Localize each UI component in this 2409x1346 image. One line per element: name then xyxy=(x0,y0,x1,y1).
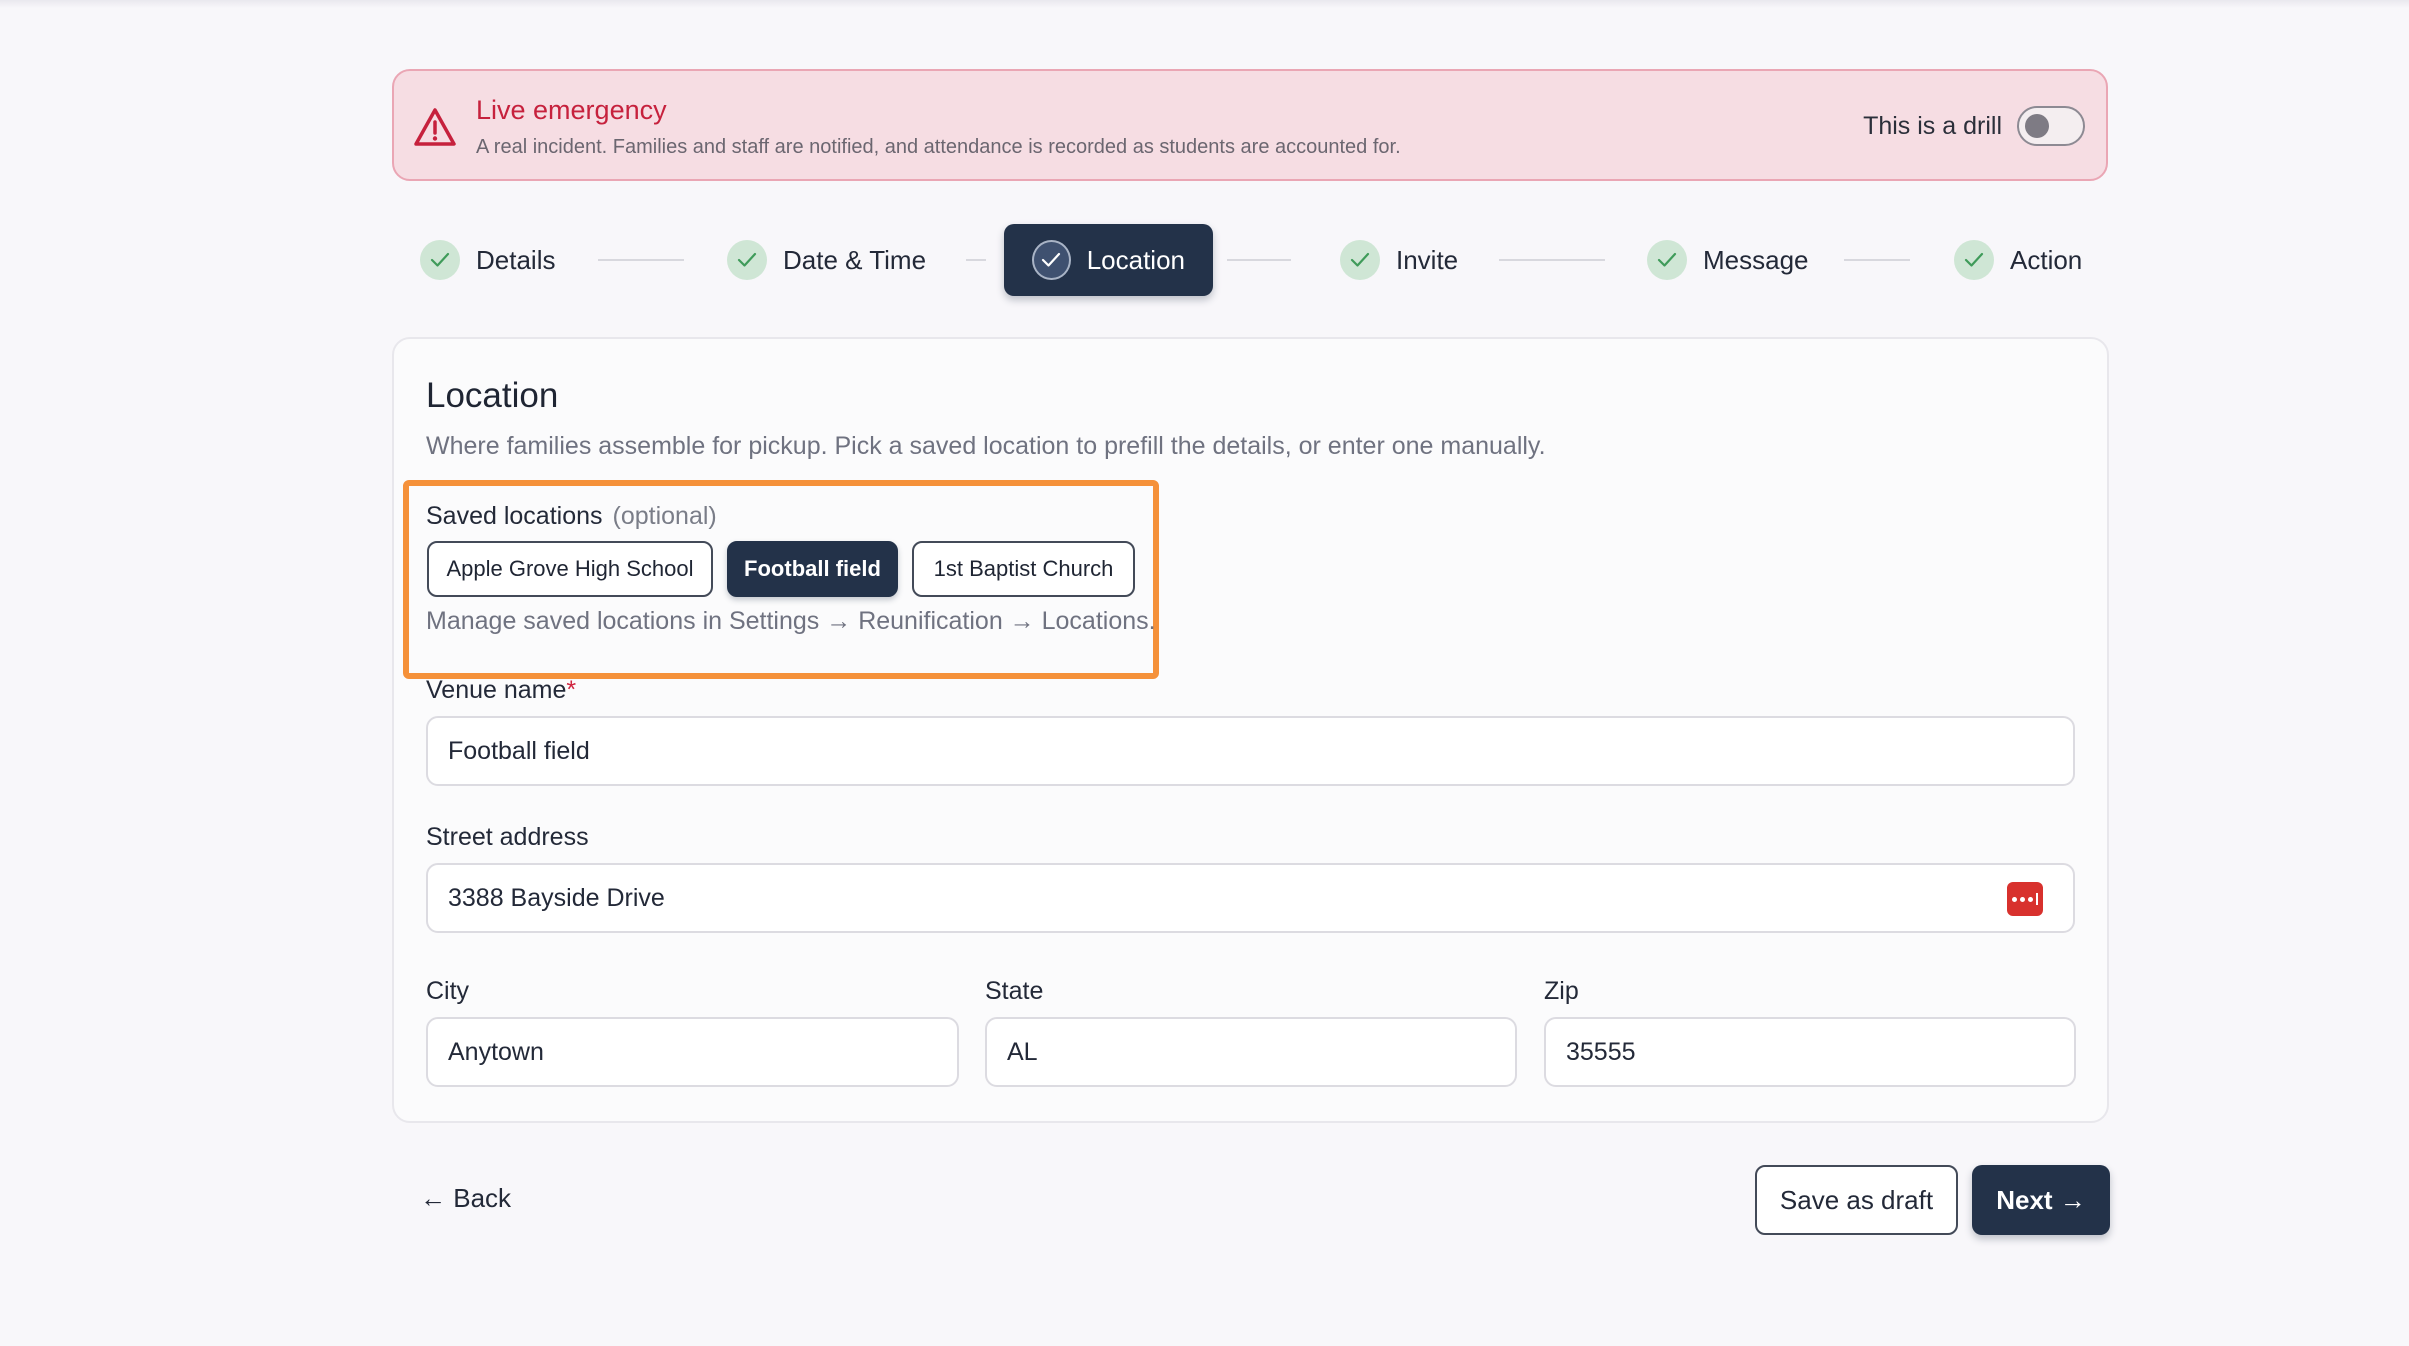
required-marker: * xyxy=(566,676,577,704)
step-label: Invite xyxy=(1396,244,1459,275)
state-input[interactable]: AL xyxy=(985,1017,1517,1087)
step-label: Message xyxy=(1703,244,1809,275)
state-label: State xyxy=(985,977,1044,1005)
wizard-stepper: Details Date & Time Location Invite Mess… xyxy=(392,224,2108,296)
check-icon xyxy=(1954,240,1994,280)
step-details[interactable]: Details xyxy=(420,224,555,296)
step-divider xyxy=(1844,259,1910,261)
check-icon xyxy=(1032,240,1071,280)
street-address-value: 3388 Bayside Drive xyxy=(448,883,665,912)
optional-hint: (optional) xyxy=(612,502,717,530)
emergency-banner: Live emergency A real incident. Families… xyxy=(392,69,2108,181)
venue-name-label: Venue name* xyxy=(426,676,576,705)
step-label: Details xyxy=(476,244,556,275)
step-divider xyxy=(1499,259,1605,261)
saved-locations-label: Saved locations (optional) xyxy=(426,502,717,531)
city-input[interactable]: Anytown xyxy=(426,1017,959,1087)
step-location[interactable]: Location xyxy=(1004,224,1213,296)
step-divider xyxy=(1227,259,1291,261)
drill-toggle-label: This is a drill xyxy=(1863,112,2002,140)
banner-title: Live emergency xyxy=(476,95,667,125)
step-label: Date & Time xyxy=(783,244,927,275)
city-label: City xyxy=(426,977,470,1005)
venue-name-input[interactable]: Football field xyxy=(426,716,2075,786)
step-message[interactable]: Message xyxy=(1647,224,1809,296)
back-button[interactable]: ← Back xyxy=(420,1183,511,1214)
step-divider xyxy=(598,259,684,261)
step-label: Action xyxy=(2010,244,2083,275)
next-button[interactable]: Next → xyxy=(1972,1165,2110,1235)
venue-name-label-text: Venue name xyxy=(426,676,567,704)
step-invite[interactable]: Invite xyxy=(1340,224,1458,296)
step-divider xyxy=(966,259,986,261)
street-address-input[interactable]: 3388 Bayside Drive xyxy=(426,863,2075,933)
section-title: Location xyxy=(426,376,559,415)
drill-toggle[interactable] xyxy=(2017,106,2085,146)
save-draft-button[interactable]: Save as draft xyxy=(1755,1165,1958,1235)
check-icon xyxy=(727,240,767,280)
toggle-knob xyxy=(2025,114,2049,138)
check-icon xyxy=(1340,240,1380,280)
zip-label: Zip xyxy=(1544,977,1579,1005)
check-icon xyxy=(1647,240,1687,280)
step-action[interactable]: Action xyxy=(1954,224,2082,296)
manage-locations-hint: Manage saved locations in Settings → Reu… xyxy=(426,607,1156,635)
warning-triangle-icon xyxy=(414,108,456,146)
section-description: Where families assemble for pickup. Pick… xyxy=(426,432,1546,460)
street-address-label: Street address xyxy=(426,823,589,851)
banner-subtitle: A real incident. Families and staff are … xyxy=(476,136,1401,158)
saved-location-chip-football-field[interactable]: Football field xyxy=(727,541,898,597)
zip-input[interactable]: 35555 xyxy=(1544,1017,2076,1087)
saved-location-chip-baptist-church[interactable]: 1st Baptist Church xyxy=(912,541,1135,597)
saved-locations-label-text: Saved locations xyxy=(426,502,603,530)
saved-location-chip-apple-grove[interactable]: Apple Grove High School xyxy=(427,541,713,597)
top-shadow xyxy=(0,0,2409,8)
step-label: Location xyxy=(1086,244,1185,275)
step-date-time[interactable]: Date & Time xyxy=(727,224,926,296)
check-icon xyxy=(420,240,460,280)
password-manager-icon[interactable] xyxy=(2007,882,2043,916)
